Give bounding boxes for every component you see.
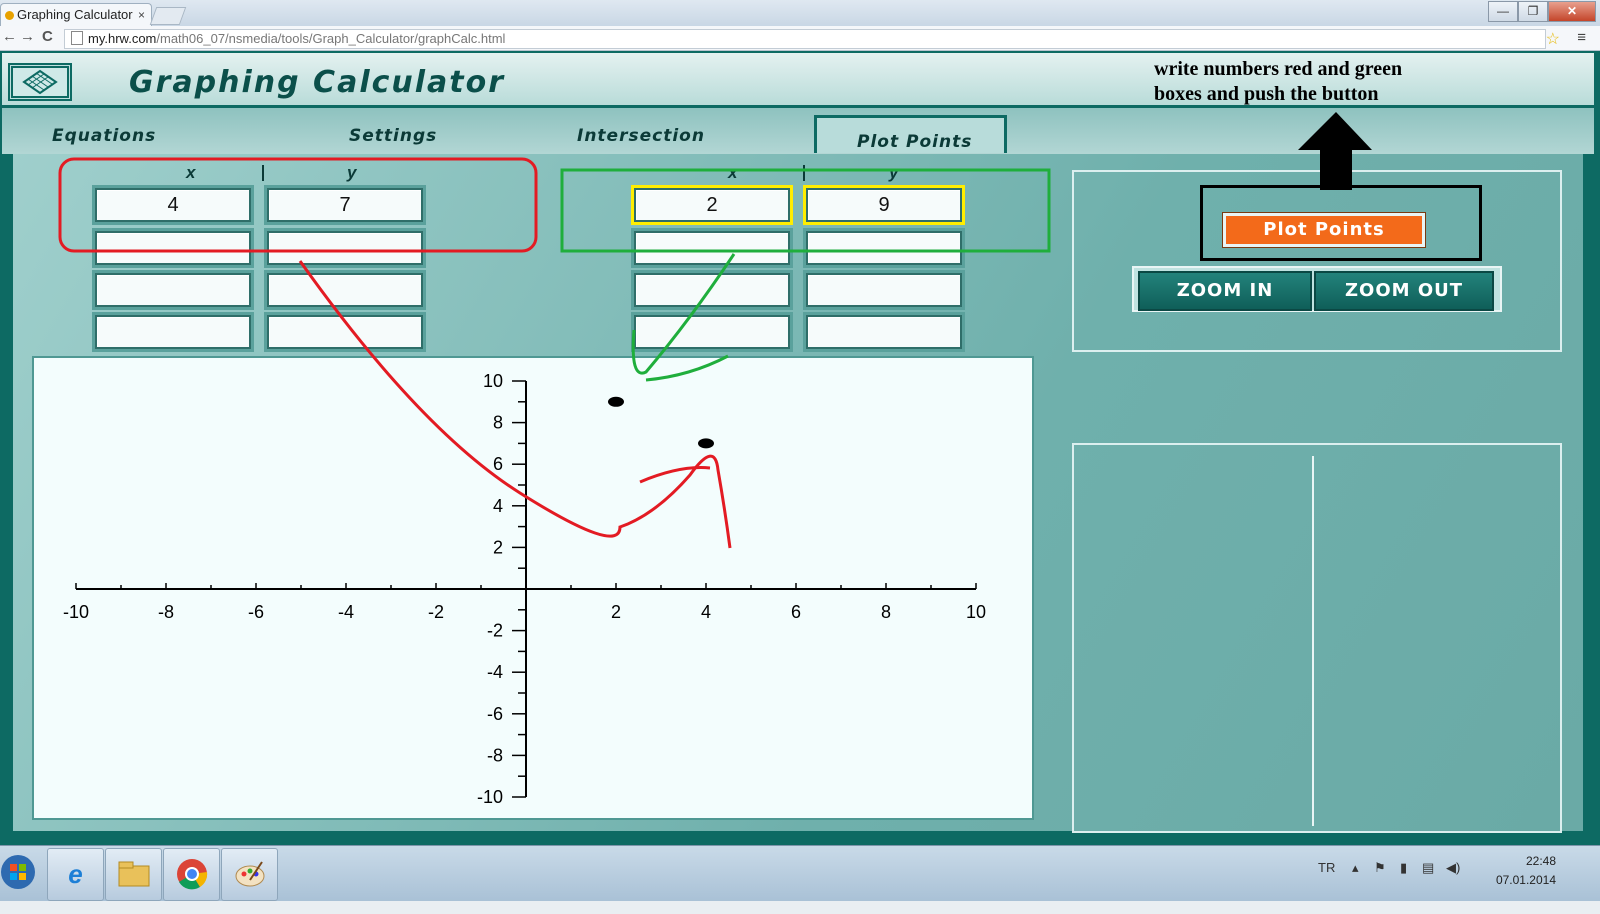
favicon-icon (5, 11, 14, 20)
app-logo-icon (8, 63, 72, 101)
tab-settings[interactable]: Settings (349, 126, 437, 146)
page-icon (71, 31, 83, 45)
windows-start-icon[interactable] (0, 848, 40, 899)
internet-explorer-icon[interactable]: e (47, 848, 104, 901)
plot-points-button[interactable]: Plot Points (1223, 213, 1425, 247)
right-y-header: y (889, 163, 899, 182)
left-x-header: x (186, 163, 196, 182)
right-y-input-3[interactable] (806, 273, 962, 307)
header-divider (262, 165, 264, 181)
x-tick-label: -8 (158, 602, 174, 622)
close-window-button[interactable]: ✕ (1548, 1, 1596, 22)
clock-time: 22:48 (1525, 854, 1556, 868)
points-list-divider (1312, 456, 1314, 826)
reload-icon[interactable]: C (42, 28, 53, 45)
os-taskbar: e TR ▴ ⚑ ▮ ▤ ◀) 22:48 07.01.2014 (0, 845, 1600, 901)
y-tick-label: 4 (493, 496, 503, 516)
browser-tab[interactable]: Graphing Calculator × (0, 3, 152, 27)
y-tick-label: 10 (483, 371, 503, 391)
right-x-input-1[interactable]: 2 (634, 188, 790, 222)
x-tick-label: 2 (611, 602, 621, 622)
bookmark-star-icon[interactable]: ☆ (1546, 29, 1560, 49)
y-tick-label: 8 (493, 413, 503, 433)
forward-icon[interactable]: → (20, 28, 35, 45)
y-tick-label: -10 (477, 787, 503, 807)
left-x-input-3[interactable] (95, 273, 251, 307)
left-x-input-1[interactable]: 4 (95, 188, 251, 222)
minimize-button[interactable]: — (1488, 1, 1518, 22)
right-x-header: x (728, 163, 738, 182)
left-y-input-4[interactable] (267, 315, 423, 349)
plotted-point (698, 438, 714, 449)
address-toolbar: ← → C my.hrw.com/math06_07/nsmedia/tools… (0, 26, 1600, 51)
header-divider (803, 165, 805, 181)
y-tick-label: -6 (487, 704, 503, 724)
x-tick-label: 4 (701, 602, 711, 622)
zoom-in-button[interactable]: ZOOM IN (1138, 271, 1312, 311)
url-domain: my.hrw.com (88, 31, 157, 46)
right-y-input-2[interactable] (806, 231, 962, 265)
system-clock[interactable]: 22:48 07.01.2014 (1496, 852, 1556, 890)
x-tick-label: -2 (428, 602, 444, 622)
volume-icon[interactable]: ◀) (1446, 860, 1460, 876)
show-hidden-icons-icon[interactable]: ▴ (1352, 860, 1359, 876)
file-explorer-icon[interactable] (105, 848, 162, 901)
coordinate-plane: -10 -8 -6 -4 -2 2 4 6 8 10 10 8 6 4 2 -2 -4 -6 -8 -10 (63, 371, 986, 807)
instruction-line-1: write numbers red and green (1154, 58, 1403, 80)
url-path: /math06_07/nsmedia/tools/Graph_Calculato… (156, 31, 506, 46)
tab-equations[interactable]: Equations (52, 126, 156, 146)
tab-bar: Equations Settings Intersection Plot Poi… (2, 108, 1594, 154)
left-y-input-2[interactable] (267, 231, 423, 265)
y-tick-label: -2 (487, 621, 503, 641)
y-tick-label: -8 (487, 745, 503, 765)
graph-area[interactable]: -10 -8 -6 -4 -2 2 4 6 8 10 10 8 6 4 2 -2 -4 -6 -8 -10 (32, 356, 1034, 820)
browser-menu-icon[interactable]: ≡ (1577, 29, 1586, 46)
y-tick-label: 6 (493, 454, 503, 474)
tab-close-icon[interactable]: × (138, 4, 145, 26)
app-header: Graphing Calculator write numbers red an… (2, 53, 1594, 108)
right-x-input-3[interactable] (634, 273, 790, 307)
new-tab-button[interactable] (149, 7, 187, 25)
left-x-input-2[interactable] (95, 231, 251, 265)
instruction-line-2: boxes and push the button (1154, 83, 1379, 105)
battery-icon[interactable]: ▮ (1400, 860, 1407, 876)
right-x-input-2[interactable] (634, 231, 790, 265)
tab-plot-points[interactable]: Plot Points (814, 115, 1008, 153)
points-list-box (1072, 443, 1562, 833)
left-y-input-3[interactable] (267, 273, 423, 307)
action-center-flag-icon[interactable]: ⚑ (1374, 860, 1386, 876)
tab-title: Graphing Calculator (17, 7, 133, 22)
tab-intersection[interactable]: Intersection (577, 126, 705, 146)
right-y-input-4[interactable] (806, 315, 962, 349)
x-tick-label: -4 (338, 602, 354, 622)
plotted-point (608, 396, 624, 407)
x-tick-label: 8 (881, 602, 891, 622)
zoom-controls: ZOOM IN ZOOM OUT (1132, 266, 1502, 312)
x-tick-label: 6 (791, 602, 801, 622)
x-tick-label: -10 (63, 602, 89, 622)
right-x-input-4[interactable] (634, 315, 790, 349)
back-icon[interactable]: ← (2, 28, 17, 45)
left-y-input-1[interactable]: 7 (267, 188, 423, 222)
clock-date: 07.01.2014 (1495, 873, 1556, 887)
y-tick-label: 2 (493, 537, 503, 557)
x-tick-label: 10 (966, 602, 986, 622)
paint-icon[interactable] (221, 848, 278, 901)
right-y-input-1[interactable]: 9 (806, 188, 962, 222)
chrome-icon[interactable] (163, 848, 220, 901)
instruction-note: write numbers red and green boxes and pu… (1154, 57, 1402, 107)
left-y-header: y (347, 163, 357, 182)
app-title: Graphing Calculator (129, 65, 506, 100)
network-icon[interactable]: ▤ (1422, 860, 1434, 876)
language-indicator[interactable]: TR (1318, 860, 1335, 875)
window-controls: — ❐ ✕ (1488, 1, 1596, 22)
zoom-out-button[interactable]: ZOOM OUT (1314, 271, 1494, 311)
maximize-button[interactable]: ❐ (1518, 1, 1548, 22)
browser-titlebar: Graphing Calculator × — ❐ ✕ (0, 0, 1600, 27)
left-x-input-4[interactable] (95, 315, 251, 349)
x-tick-label: -6 (248, 602, 264, 622)
address-bar[interactable]: my.hrw.com/math06_07/nsmedia/tools/Graph… (64, 29, 1546, 49)
y-tick-label: -4 (487, 662, 503, 682)
